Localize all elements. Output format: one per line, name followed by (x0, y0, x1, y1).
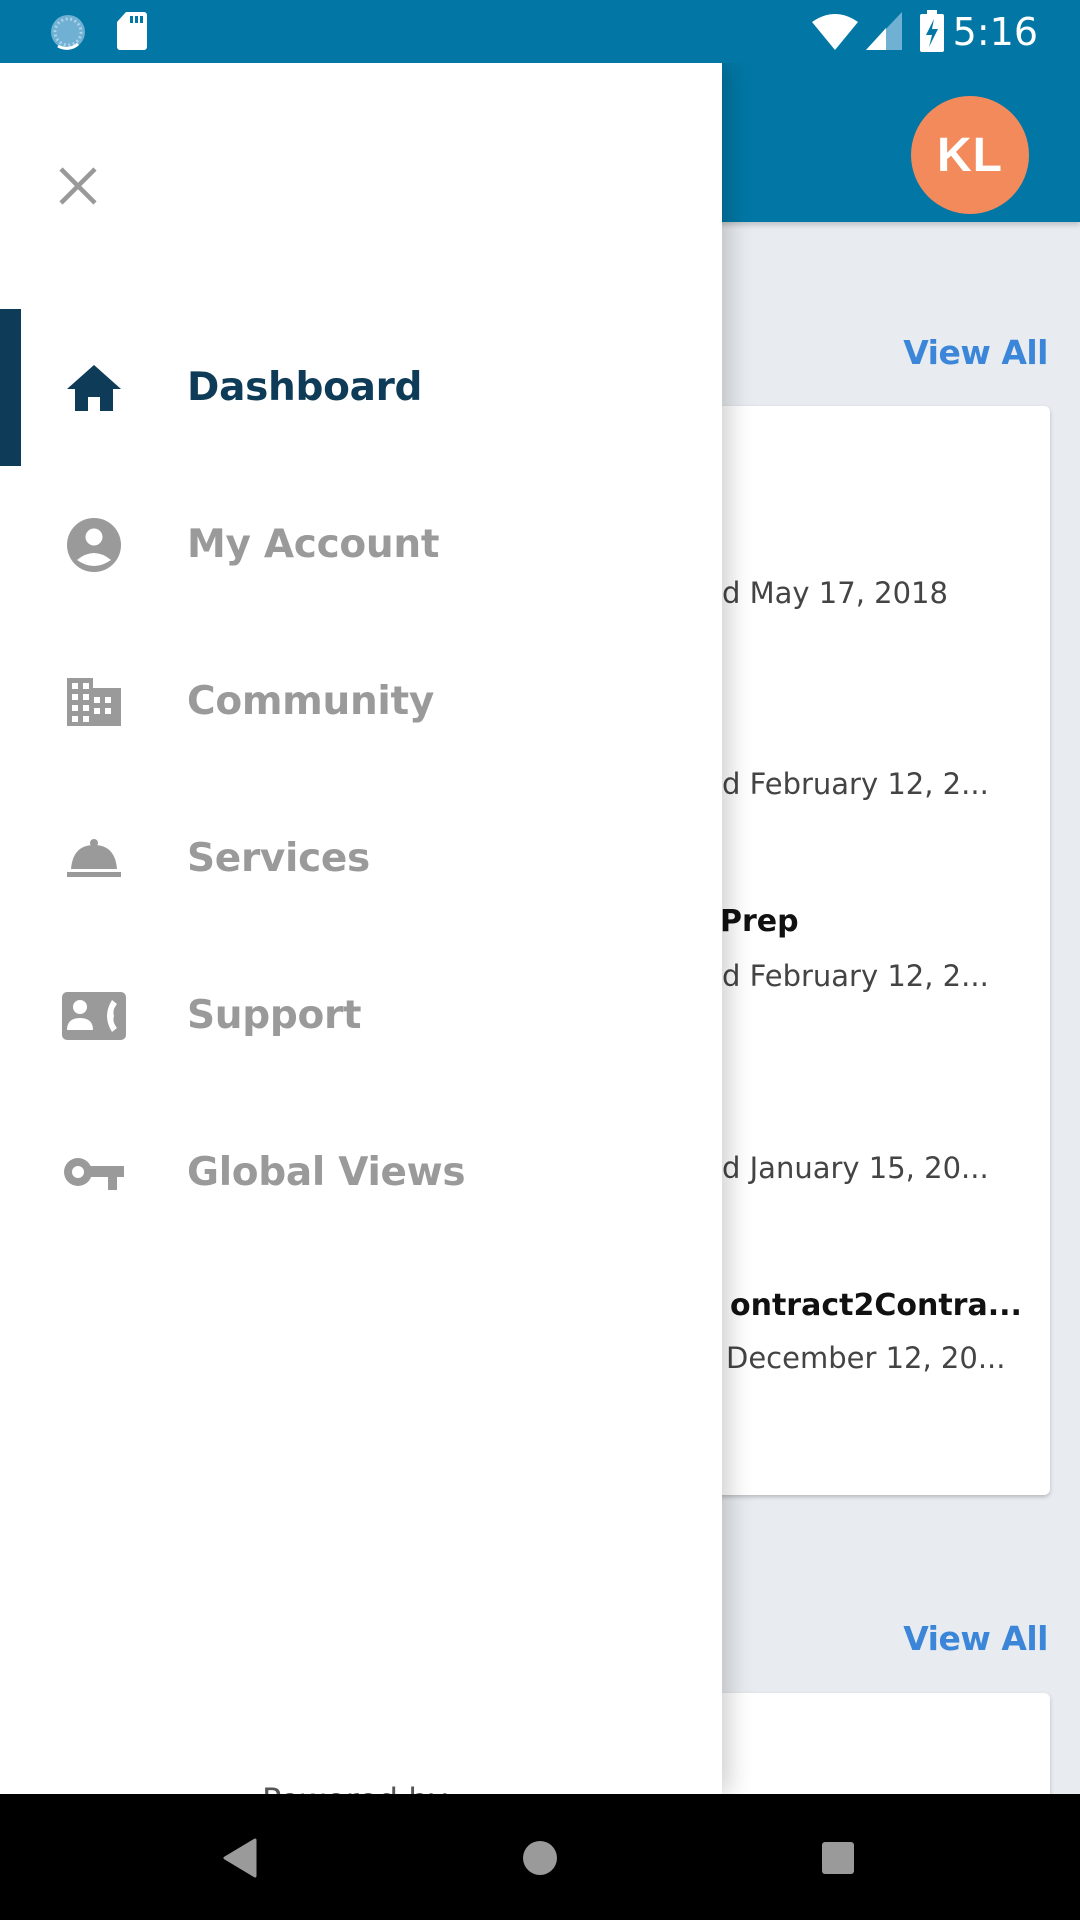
view-all-link-1[interactable]: View All (903, 333, 1048, 372)
room-service-icon (62, 827, 126, 891)
active-indicator (0, 309, 21, 466)
back-icon (223, 1838, 257, 1878)
sync-icon (48, 12, 88, 57)
home-button[interactable] (508, 1826, 572, 1890)
card-item-date: d May 17, 2018 (722, 576, 948, 610)
card-item-date: December 12, 20... (726, 1341, 1006, 1375)
home-circle-icon (523, 1841, 557, 1875)
account-circle-icon (62, 513, 126, 577)
view-all-link-2[interactable]: View All (903, 1619, 1048, 1658)
cell-signal-icon (866, 12, 902, 55)
drawer-item-label: Support (187, 993, 362, 1038)
building-icon (62, 670, 126, 734)
drawer-item-label: Global Views (187, 1150, 466, 1195)
card-item-title[interactable]: Prep (720, 904, 799, 939)
close-drawer-button[interactable] (52, 160, 104, 212)
drawer-item-label: Services (187, 836, 370, 881)
card-item-date: d February 12, 2... (722, 959, 989, 993)
card-item-title[interactable]: ontract2Contra... (730, 1288, 1022, 1323)
drawer-item-community[interactable]: Community (0, 623, 722, 780)
drawer-item-label: Community (187, 679, 434, 724)
recents-button[interactable] (806, 1826, 870, 1890)
wifi-icon (812, 12, 858, 55)
home-icon (62, 356, 126, 420)
drawer-item-support[interactable]: Support (0, 937, 722, 1094)
drawer-item-global-views[interactable]: Global Views (0, 1094, 722, 1251)
drawer-item-label: Dashboard (187, 365, 423, 410)
clock-time: 5:16 (952, 10, 1038, 54)
battery-charging-icon (920, 10, 944, 57)
card-item-date: d February 12, 2... (722, 767, 989, 801)
key-icon (62, 1141, 126, 1205)
drawer-item-dashboard[interactable]: Dashboard (0, 309, 722, 466)
back-button[interactable] (208, 1826, 272, 1890)
close-icon (59, 167, 97, 205)
drawer-item-services[interactable]: Services (0, 780, 722, 937)
drawer-item-my-account[interactable]: My Account (0, 466, 722, 623)
sd-card-icon (116, 12, 148, 55)
contact-phone-icon (62, 984, 126, 1048)
status-bar: 5:16 (0, 0, 1080, 63)
user-avatar[interactable]: KL (911, 96, 1029, 214)
drawer-item-label: My Account (187, 522, 440, 567)
card-item-date: d January 15, 20... (722, 1151, 989, 1185)
system-navigation-bar (0, 1794, 1080, 1920)
recents-icon (822, 1842, 854, 1874)
navigation-drawer: Dashboard My Account Community Services … (0, 63, 722, 1819)
